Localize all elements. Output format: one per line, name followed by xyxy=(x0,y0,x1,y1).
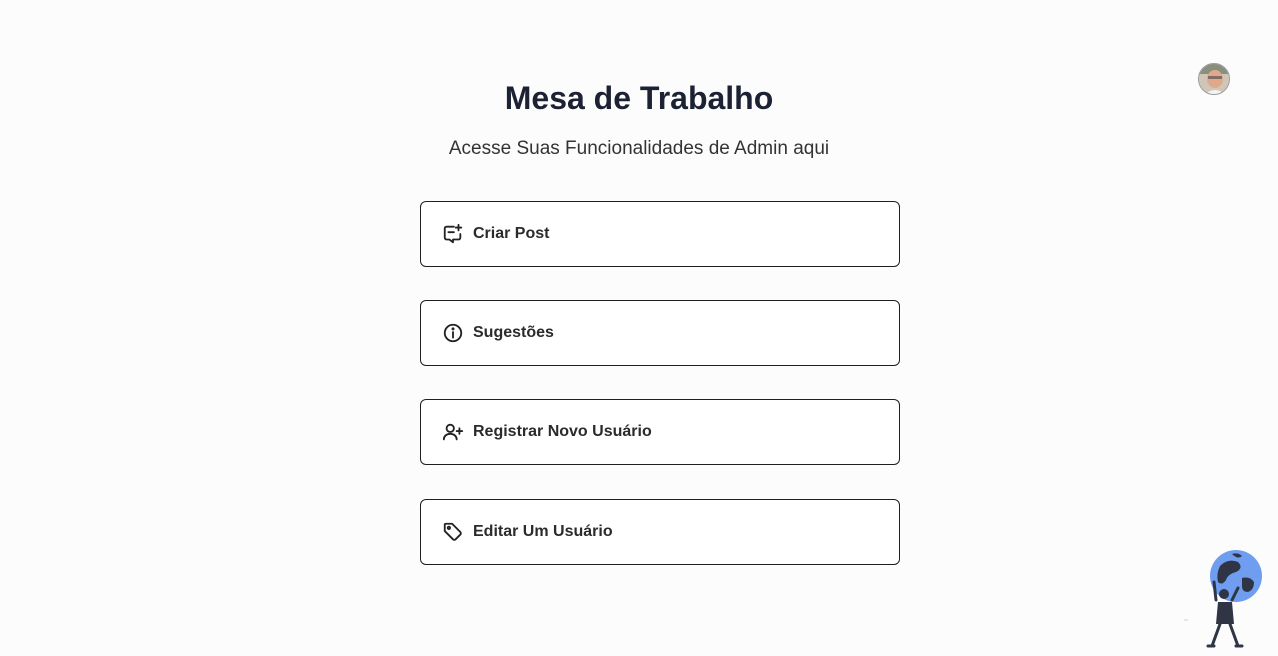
tag-icon xyxy=(442,521,464,543)
suggestions-button[interactable]: Sugestões xyxy=(420,300,900,366)
globe-person-illustration xyxy=(1180,548,1270,652)
edit-user-button[interactable]: Editar Um Usuário xyxy=(420,499,900,565)
info-icon xyxy=(442,322,464,344)
edit-user-label: Editar Um Usuário xyxy=(473,523,613,540)
user-plus-icon xyxy=(442,421,464,443)
create-post-button[interactable]: Criar Post xyxy=(420,201,900,267)
suggestions-label: Sugestões xyxy=(473,324,554,341)
page-title: Mesa de Trabalho xyxy=(504,80,774,116)
user-avatar[interactable] xyxy=(1198,63,1230,95)
message-plus-icon xyxy=(442,223,464,245)
admin-menu: Criar Post Sugestões Registrar Novo Usuá… xyxy=(420,201,900,598)
register-user-label: Registrar Novo Usuário xyxy=(473,423,652,440)
create-post-label: Criar Post xyxy=(473,225,550,242)
register-user-button[interactable]: Registrar Novo Usuário xyxy=(420,399,900,465)
page-subtitle: Acesse Suas Funcionalidades de Admin aqu… xyxy=(448,138,830,159)
admin-dashboard-page: Mesa de Trabalho Acesse Suas Funcionalid… xyxy=(0,0,1278,656)
